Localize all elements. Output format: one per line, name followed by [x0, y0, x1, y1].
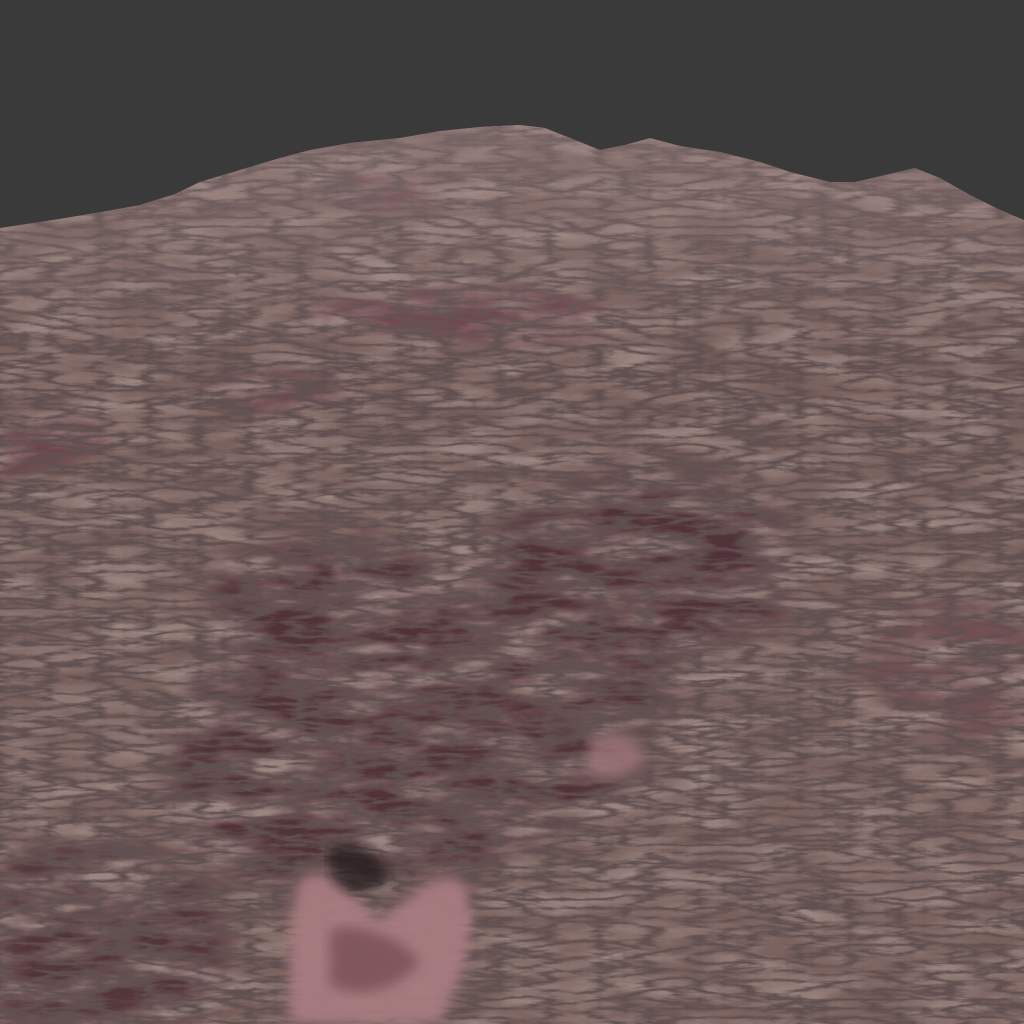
terrain-scene [0, 0, 1024, 1024]
terrain-surface [0, 125, 1024, 1024]
render-viewport[interactable] [0, 0, 1024, 1024]
